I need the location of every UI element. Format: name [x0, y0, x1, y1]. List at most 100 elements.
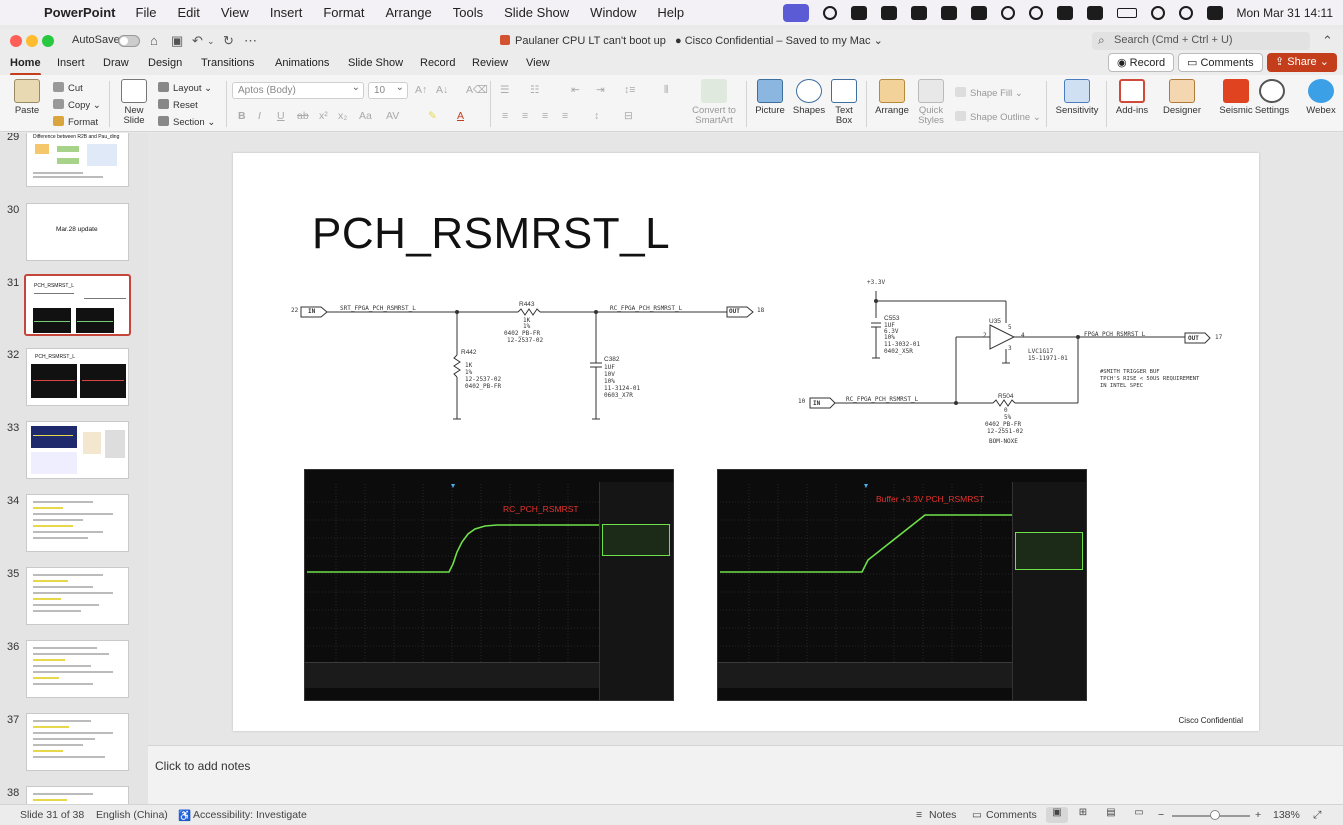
increase-font-icon[interactable]: A↑ [415, 84, 427, 96]
text-box-button[interactable]: Text Box [830, 79, 858, 126]
superscript-icon[interactable]: x² [319, 110, 328, 122]
yd-icon[interactable] [970, 5, 987, 20]
menu-bar-clock[interactable]: Mon Mar 31 14:11 [1237, 6, 1334, 20]
picture-button[interactable]: Picture [752, 79, 788, 116]
align-center-icon[interactable]: ≡ [522, 110, 528, 122]
thumbnail-slide-35[interactable] [26, 567, 129, 625]
menu-format[interactable]: Format [323, 5, 364, 20]
close-window-button[interactable] [10, 35, 22, 47]
increase-indent-icon[interactable]: ⇥ [596, 84, 605, 96]
zoom-level[interactable]: 138% [1273, 809, 1300, 821]
settings-button[interactable]: Settings [1254, 79, 1290, 116]
notes-toggle[interactable]: Notes [929, 809, 956, 821]
tab-animations[interactable]: Animations [275, 57, 329, 69]
italic-icon[interactable]: I [258, 110, 261, 122]
cut-button[interactable]: Cut [53, 82, 83, 94]
undo-icon[interactable]: ↶ [192, 33, 203, 49]
sensitivity-button[interactable]: Sensitivity [1054, 79, 1100, 116]
redo-icon[interactable]: ↻ [223, 33, 234, 49]
tab-view[interactable]: View [526, 57, 550, 69]
thumbnail-slide-34[interactable] [26, 494, 129, 552]
designer-button[interactable]: Designer [1162, 79, 1202, 116]
arrange-button[interactable]: Arrange [872, 79, 912, 116]
shape-fill-button[interactable]: Shape Fill ⌄ [955, 87, 1023, 99]
network-icon[interactable] [880, 5, 897, 20]
sync-icon[interactable] [822, 5, 837, 20]
window-icon[interactable] [850, 5, 867, 20]
slide-sorter-button[interactable]: ⊞ [1072, 807, 1094, 823]
control-center-icon[interactable] [1206, 5, 1223, 20]
thumbnail-slide-37[interactable] [26, 713, 129, 771]
seismic-button[interactable]: Seismic [1218, 79, 1254, 116]
zoom-slider-handle[interactable] [1210, 810, 1220, 820]
new-slide-button[interactable]: New Slide [117, 79, 151, 126]
underline-icon[interactable]: U [277, 110, 285, 122]
menu-file[interactable]: File [136, 5, 157, 20]
strikethrough-icon[interactable]: ab [297, 110, 309, 122]
change-case-icon[interactable]: Aa [359, 110, 372, 122]
grammarly-icon[interactable] [1086, 5, 1103, 20]
reading-view-button[interactable]: ▤ [1100, 807, 1122, 823]
bold-icon[interactable]: B [238, 110, 246, 122]
maximize-window-button[interactable] [42, 35, 54, 47]
slide-canvas[interactable]: PCH_RSMRST_L 22 IN SRT_FPGA_PCH_RSMRST_L… [148, 133, 1343, 745]
numbering-icon[interactable]: ☷ [530, 84, 539, 96]
slide-show-button[interactable]: ▭ [1128, 807, 1150, 823]
record-button[interactable]: ◉ Record [1108, 53, 1175, 72]
accessibility-checker[interactable]: Accessibility: Investigate [193, 809, 307, 821]
font-size-select[interactable]: 10 [368, 82, 408, 99]
mute-icon[interactable] [1056, 5, 1073, 20]
fit-to-window-icon[interactable]: ⤢ [1313, 809, 1321, 822]
undo-dropdown-icon[interactable]: ⌄ [207, 36, 215, 47]
current-slide[interactable]: PCH_RSMRST_L 22 IN SRT_FPGA_PCH_RSMRST_L… [233, 153, 1259, 731]
clear-formatting-icon[interactable]: A⌫ [466, 84, 488, 96]
wifi-icon[interactable] [1150, 5, 1165, 20]
thumbnail-slide-32[interactable]: PCH_RSMRST_L [26, 348, 129, 406]
app-name-menu[interactable]: PowerPoint [44, 5, 116, 20]
spotlight-icon[interactable] [1178, 5, 1193, 20]
format-painter-button[interactable]: Format [53, 116, 98, 128]
tab-review[interactable]: Review [472, 57, 508, 69]
language-indicator[interactable]: English (China) [96, 809, 168, 821]
text-direction-icon[interactable]: ↕ [594, 110, 599, 122]
search-input[interactable]: ⌕ Search (Cmd + Ctrl + U) [1092, 32, 1310, 50]
save-icon[interactable]: ▣ [171, 33, 183, 49]
menu-edit[interactable]: Edit [177, 5, 199, 20]
bullets-icon[interactable]: ☰ [500, 84, 509, 96]
tab-draw[interactable]: Draw [103, 57, 129, 69]
decrease-font-icon[interactable]: A↓ [436, 84, 448, 96]
menu-view[interactable]: View [221, 5, 249, 20]
oscilloscope-capture-1[interactable]: RC_PCH_RSMRST [304, 469, 674, 701]
font-family-select[interactable]: Aptos (Body) [232, 82, 364, 99]
copy-button[interactable]: Copy ⌄ [53, 99, 101, 111]
tab-record[interactable]: Record [420, 57, 455, 69]
screen-share-icon[interactable] [782, 3, 809, 22]
shapes-button[interactable]: Shapes [792, 79, 826, 116]
add-ins-button[interactable]: Add-ins [1114, 79, 1150, 116]
tab-home[interactable]: Home [10, 57, 41, 76]
menu-window[interactable]: Window [590, 5, 636, 20]
drive-icon[interactable] [940, 5, 957, 20]
tools-icon[interactable] [1028, 5, 1043, 20]
align-left-icon[interactable]: ≡ [502, 110, 508, 122]
section-button[interactable]: Section ⌄ [158, 116, 215, 128]
webex-button[interactable]: Webex [1304, 79, 1338, 116]
justify-icon[interactable]: ≡ [562, 110, 568, 122]
align-right-icon[interactable]: ≡ [542, 110, 548, 122]
share-button[interactable]: ⇪ Share ⌄ [1267, 53, 1337, 72]
columns-icon[interactable]: ⫴ [664, 84, 668, 97]
shape-outline-button[interactable]: Shape Outline ⌄ [955, 111, 1041, 123]
play-icon[interactable] [1000, 5, 1015, 20]
menu-tools[interactable]: Tools [453, 5, 483, 20]
autosave-toggle[interactable] [118, 35, 140, 47]
collapse-ribbon-icon[interactable]: ⌃ [1322, 33, 1333, 49]
thumbnail-slide-30[interactable]: Mar.28 update [26, 203, 129, 261]
menu-arrange[interactable]: Arrange [386, 5, 432, 20]
notes-pane[interactable]: Click to add notes [148, 745, 1343, 804]
reset-button[interactable]: Reset [158, 99, 198, 111]
tab-design[interactable]: Design [148, 57, 182, 69]
normal-view-button[interactable]: ▣ [1046, 807, 1068, 823]
thumbnail-slide-38[interactable] [26, 786, 129, 805]
paste-button[interactable]: Paste [10, 79, 44, 116]
thumbnail-slide-33[interactable] [26, 421, 129, 479]
